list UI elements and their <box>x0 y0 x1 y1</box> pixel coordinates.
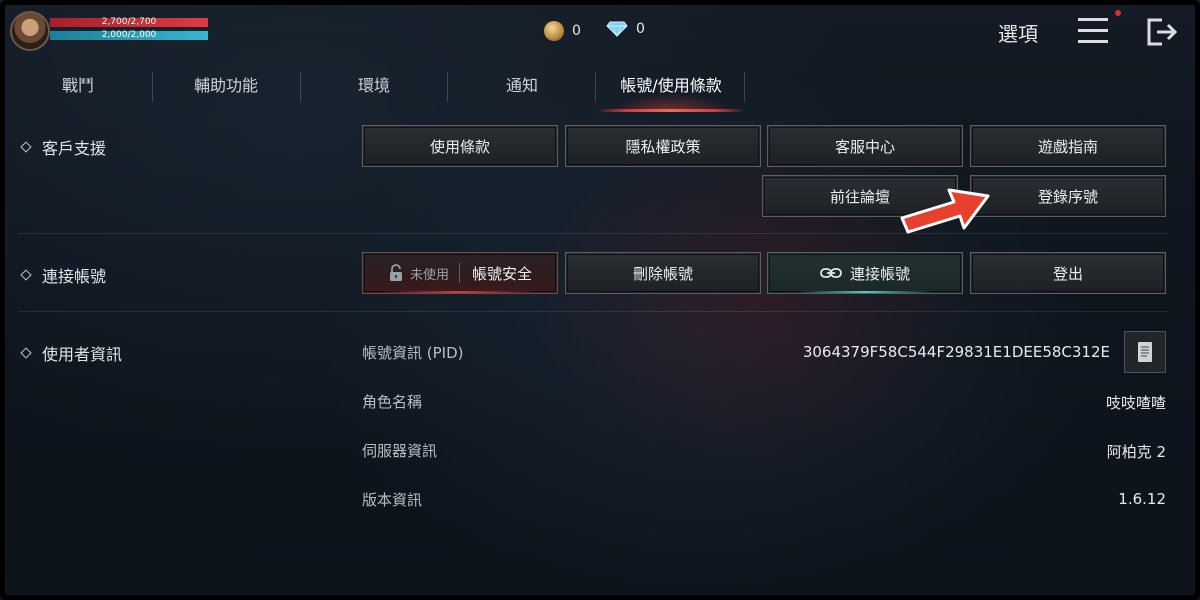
server-info-value: 阿柏克 2 <box>1106 443 1166 461</box>
link-account-label: 連接帳號 <box>849 264 910 283</box>
security-status-text: 未使用 <box>409 267 449 283</box>
diamond-bullet-icon <box>20 347 32 359</box>
coin-count: 0 <box>572 23 581 39</box>
version-info-label: 版本資訊 <box>362 491 423 509</box>
tab-divider <box>300 72 301 102</box>
tab-divider <box>447 72 448 102</box>
customer-service-button[interactable]: 客服中心 <box>767 125 963 167</box>
diamond-bullet-icon <box>20 269 32 281</box>
tab-divider <box>595 72 596 102</box>
game-guide-button[interactable]: 遊戲指南 <box>970 125 1166 167</box>
mp-bar: 2,000/2,000 <box>50 30 208 40</box>
character-avatar[interactable] <box>10 11 50 51</box>
pid-value: 3064379F58C544F29831E1DEE58C312E <box>802 343 1110 361</box>
diamond-bullet-icon <box>20 141 32 153</box>
mp-text: 2,000/2,000 <box>101 30 157 40</box>
notification-dot <box>1115 10 1121 16</box>
unlocked-padlock-icon <box>389 264 402 281</box>
character-name-label: 角色名稱 <box>362 393 423 411</box>
menu-icon-line <box>1078 18 1108 21</box>
gem-count: 0 <box>636 21 645 37</box>
options-title: 選項 <box>998 22 1038 46</box>
terms-of-use-button[interactable]: 使用條款 <box>362 125 558 167</box>
gem-counter: 0 <box>606 21 645 37</box>
logout-button[interactable]: 登出 <box>970 252 1166 294</box>
link-account-button[interactable]: 連接帳號 <box>767 252 963 294</box>
copy-document-icon <box>1138 342 1152 362</box>
diamond-gem-icon <box>606 21 628 37</box>
tab-notifications[interactable]: 通知 <box>460 70 584 112</box>
privacy-policy-button[interactable]: 隱私權政策 <box>565 125 761 167</box>
tab-accessibility[interactable]: 輔助功能 <box>165 70 287 112</box>
pointer-arrow-annotation <box>900 188 990 234</box>
menu-button[interactable] <box>1076 16 1110 46</box>
section-link-account: 連接帳號 <box>20 263 107 287</box>
character-name-value: 吱吱喳喳 <box>1105 394 1166 412</box>
tab-divider <box>152 72 153 102</box>
coin-icon <box>544 21 564 41</box>
section-customer-support: 客戶支援 <box>20 135 107 159</box>
tab-environment[interactable]: 環境 <box>313 70 435 112</box>
section-divider <box>18 311 1168 312</box>
tab-account-terms[interactable]: 帳號/使用條款 <box>597 70 745 112</box>
account-security-button[interactable]: 未使用 帳號安全 <box>362 252 558 294</box>
section-label: 客戶支援 <box>42 139 107 158</box>
coin-counter: 0 <box>544 21 581 41</box>
redeem-code-button[interactable]: 登錄序號 <box>970 175 1166 217</box>
hp-bar: 2,700/2,700 <box>50 17 208 27</box>
section-user-info: 使用者資訊 <box>20 341 123 365</box>
account-security-label: 帳號安全 <box>472 264 533 283</box>
menu-icon-line <box>1078 40 1108 43</box>
server-info-label: 伺服器資訊 <box>362 442 438 460</box>
exit-button[interactable] <box>1145 16 1179 48</box>
security-status: 未使用 <box>388 263 460 283</box>
pid-label: 帳號資訊 (PID) <box>362 344 464 362</box>
section-label: 使用者資訊 <box>42 345 123 364</box>
tab-divider <box>744 72 745 102</box>
tab-battle[interactable]: 戰鬥 <box>18 70 138 112</box>
hp-text: 2,700/2,700 <box>101 17 157 27</box>
copy-pid-button[interactable] <box>1124 331 1166 373</box>
exit-icon <box>1147 18 1178 46</box>
version-info-value: 1.6.12 <box>1118 490 1166 508</box>
game-settings-screen: 2,700/2,700 2,000/2,000 0 0 選項 戰鬥 輔助功能 環… <box>0 0 1200 600</box>
section-label: 連接帳號 <box>42 267 107 286</box>
delete-account-button[interactable]: 刪除帳號 <box>565 252 761 294</box>
chain-link-icon <box>820 268 842 278</box>
menu-icon-line <box>1078 29 1108 32</box>
